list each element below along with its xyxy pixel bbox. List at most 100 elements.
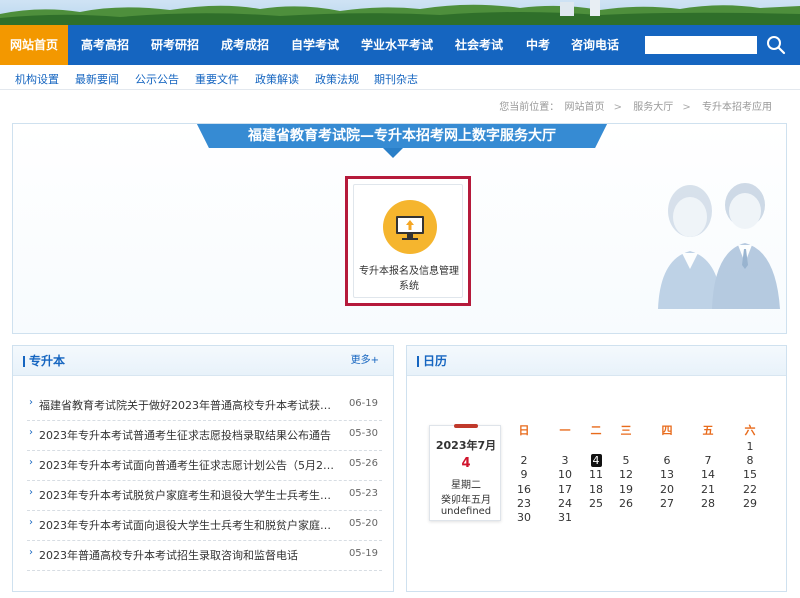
service-card-inner[interactable]: 专升本报名及信息管理 系统 <box>353 184 463 298</box>
service-card-zsb[interactable]: 专升本报名及信息管理 系统 <box>345 176 471 306</box>
nav-item-xueye[interactable]: 学业水平考试 <box>352 25 442 65</box>
news-date: 05-19 <box>348 548 378 559</box>
list-item[interactable]: › 福建省教育考试院关于做好2023年普通高校专升本考试获奖考... 06-19 <box>27 391 382 421</box>
more-link[interactable]: 更多+ <box>351 346 379 376</box>
list-item[interactable]: › 2023年专升本考试面向普通考生征求志愿计划公告（5月28日... 05-2… <box>27 451 382 481</box>
news-date: 05-20 <box>348 518 378 529</box>
arrow-right-icon: › <box>29 517 33 528</box>
calendar-panel-title: 日历 <box>416 346 447 376</box>
search-icon[interactable] <box>766 35 786 55</box>
news-title[interactable]: 2023年专升本考试普通考生征求志愿投档录取结果公布通告 <box>39 427 335 443</box>
calendar-day[interactable]: 5 <box>611 454 641 467</box>
calendar-day[interactable]: 14 <box>693 468 723 481</box>
nav-item-yankao[interactable]: 研考研招 <box>142 25 208 65</box>
nav-item-shehui[interactable]: 社会考试 <box>446 25 512 65</box>
calendar-day[interactable]: 1 <box>735 440 765 453</box>
subnav-item-notice[interactable]: 公示公告 <box>135 71 179 87</box>
calendar-weekday-header: 五 <box>702 424 714 437</box>
breadcrumb-item-hall[interactable]: 服务大厅 <box>633 102 673 113</box>
upload-computer-icon <box>383 200 437 254</box>
calendar-day[interactable]: 7 <box>693 454 723 467</box>
calendar-day[interactable]: 25 <box>581 497 611 510</box>
list-item[interactable]: › 2023年专升本考试脱贫户家庭考生和退役大学生士兵考生征求... 05-23 <box>27 481 382 511</box>
calendar-day[interactable]: 8 <box>735 454 765 467</box>
breadcrumb-item-current[interactable]: 专升本招考应用 <box>702 102 772 113</box>
calendar-day[interactable]: 23 <box>509 497 539 510</box>
calendar-weekday-header: 四 <box>661 424 673 437</box>
calendar-lunar-date: 癸卯年五月 <box>441 495 491 506</box>
calendar-day[interactable]: 31 <box>550 511 580 524</box>
arrow-right-icon: › <box>29 427 33 438</box>
calendar-day[interactable]: 18 <box>581 483 611 496</box>
calendar-weekday: 星期二 <box>451 480 481 491</box>
calendar-weekday-header: 一 <box>559 424 571 437</box>
hall-title: 福建省教育考试院—专升本招考网上数字服务大厅 <box>248 128 556 144</box>
calendar-day[interactable]: 10 <box>550 468 580 481</box>
nav-item-zikao[interactable]: 自学考试 <box>282 25 348 65</box>
calendar-day[interactable]: 30 <box>509 511 539 524</box>
subnav-item-policy-law[interactable]: 政策法规 <box>315 71 359 87</box>
arrow-right-icon: › <box>29 397 33 408</box>
subnav-item-journal[interactable]: 期刊杂志 <box>374 71 418 87</box>
customer-service-agents-illustration <box>658 183 780 309</box>
calendar-day[interactable]: 22 <box>735 483 765 496</box>
header-banner <box>0 0 800 25</box>
calendar-weekday-header: 三 <box>620 424 632 437</box>
calendar-day[interactable]: 9 <box>509 468 539 481</box>
calendar-day[interactable]: 20 <box>652 483 682 496</box>
search-input[interactable] <box>645 36 757 54</box>
arrow-right-icon: › <box>29 547 33 558</box>
news-title[interactable]: 2023年普通高校专升本考试招生录取咨询和监督电话 <box>39 547 335 563</box>
calendar-day[interactable]: 17 <box>550 483 580 496</box>
sub-nav: 机构设置 最新要闻 公示公告 重要文件 政策解读 政策法规 期刊杂志 <box>0 65 800 90</box>
calendar-day[interactable]: 2 <box>509 454 539 467</box>
news-title[interactable]: 2023年专升本考试面向普通考生征求志愿计划公告（5月28日... <box>39 457 335 473</box>
nav-item-gaokao[interactable]: 高考高招 <box>72 25 138 65</box>
service-card-label: 专升本报名及信息管理 系统 <box>354 264 464 294</box>
news-date: 05-30 <box>348 428 378 439</box>
calendar-weekday-header: 六 <box>744 424 756 437</box>
nav-item-zhongkao[interactable]: 中考 <box>516 25 560 65</box>
calendar-extra-text: undefined <box>440 506 492 517</box>
news-list: › 福建省教育考试院关于做好2023年普通高校专升本考试获奖考... 06-19… <box>27 391 382 571</box>
subnav-item-news[interactable]: 最新要闻 <box>75 71 119 87</box>
calendar-panel-header: 日历 <box>407 346 786 376</box>
arrow-right-icon: › <box>29 487 33 498</box>
calendar-day[interactable]: 13 <box>652 468 682 481</box>
calendar-day[interactable]: 3 <box>550 454 580 467</box>
calendar-weekday-header: 二 <box>590 424 602 437</box>
nav-item-phone[interactable]: 咨询电话 <box>564 25 626 65</box>
calendar-day[interactable]: 26 <box>611 497 641 510</box>
breadcrumb-separator: > <box>682 102 691 113</box>
calendar-day[interactable]: 24 <box>550 497 580 510</box>
service-label-line2: 系统 <box>399 281 419 292</box>
subnav-item-policy-read[interactable]: 政策解读 <box>255 71 299 87</box>
calendar-day[interactable]: 12 <box>611 468 641 481</box>
calendar-day[interactable]: 16 <box>509 483 539 496</box>
nav-item-home[interactable]: 网站首页 <box>0 25 68 65</box>
calendar-day[interactable]: 29 <box>735 497 765 510</box>
service-label-line1: 专升本报名及信息管理 <box>359 266 459 277</box>
news-title[interactable]: 2023年专升本考试脱贫户家庭考生和退役大学生士兵考生征求... <box>39 487 335 503</box>
news-date: 05-26 <box>348 458 378 469</box>
nav-item-chengkao[interactable]: 成考成招 <box>212 25 278 65</box>
calendar-day[interactable]: 21 <box>693 483 723 496</box>
breadcrumb-item-home[interactable]: 网站首页 <box>564 102 604 113</box>
banner-landscape-image <box>0 0 800 25</box>
main-nav: 网站首页 高考高招 研考研招 成考成招 自学考试 学业水平考试 社会考试 中考 … <box>0 25 800 65</box>
calendar-day-today[interactable]: 4 <box>581 454 611 468</box>
calendar-day[interactable]: 27 <box>652 497 682 510</box>
list-item[interactable]: › 2023年专升本考试面向退役大学生士兵考生和脱贫户家庭考生... 05-20 <box>27 511 382 541</box>
list-item[interactable]: › 2023年专升本考试普通考生征求志愿投档录取结果公布通告 05-30 <box>27 421 382 451</box>
calendar-today-day: 4 <box>461 456 471 471</box>
calendar-day[interactable]: 11 <box>581 468 611 481</box>
calendar-day[interactable]: 15 <box>735 468 765 481</box>
subnav-item-jigou[interactable]: 机构设置 <box>15 71 59 87</box>
calendar-day[interactable]: 19 <box>611 483 641 496</box>
calendar-day[interactable]: 28 <box>693 497 723 510</box>
news-title[interactable]: 福建省教育考试院关于做好2023年普通高校专升本考试获奖考... <box>39 397 335 413</box>
news-title[interactable]: 2023年专升本考试面向退役大学生士兵考生和脱贫户家庭考生... <box>39 517 335 533</box>
subnav-item-docs[interactable]: 重要文件 <box>195 71 239 87</box>
calendar-day[interactable]: 6 <box>652 454 682 467</box>
list-item[interactable]: › 2023年普通高校专升本考试招生录取咨询和监督电话 05-19 <box>27 541 382 571</box>
